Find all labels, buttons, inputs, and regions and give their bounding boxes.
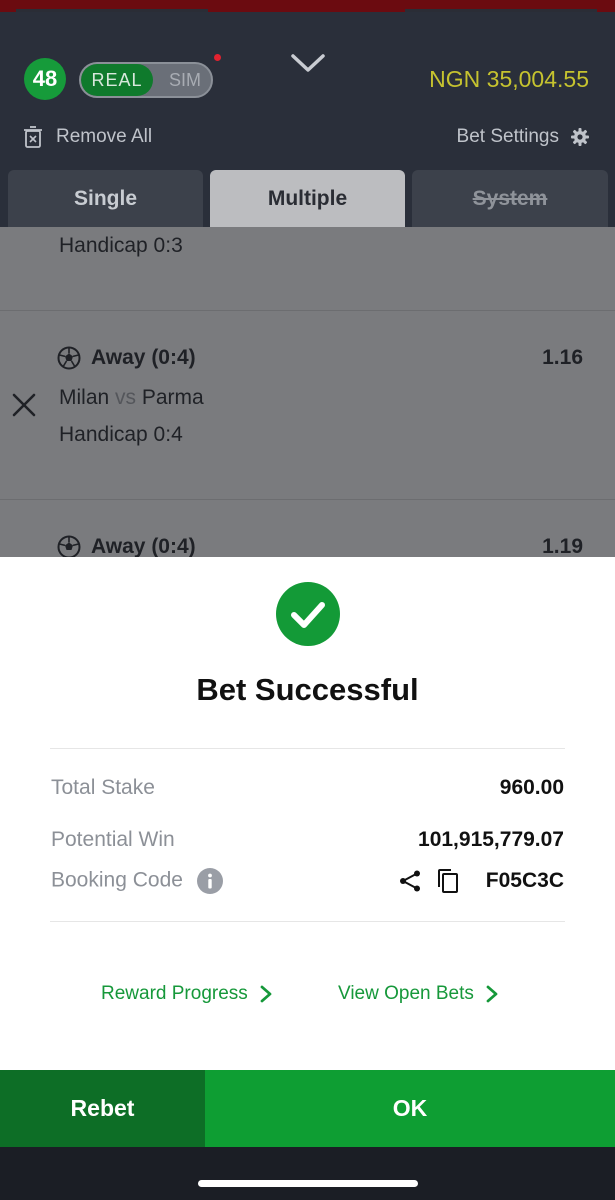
mode-real-option[interactable]: REAL: [81, 64, 153, 96]
bet-success-sheet: Bet Successful Total Stake 960.00 Potent…: [0, 557, 615, 1070]
divider: [50, 748, 565, 749]
account-balance: NGN 35,004.55: [429, 66, 589, 92]
total-stake-label: Total Stake: [51, 776, 155, 799]
success-title: Bet Successful: [196, 672, 419, 707]
system-bottom-bar: [0, 1147, 615, 1200]
bet-item: Handicap 0:3: [0, 227, 615, 311]
soccer-ball-icon: [57, 346, 81, 370]
tab-system[interactable]: System: [412, 170, 608, 227]
action-footer: Rebet OK: [0, 1070, 615, 1147]
chevron-right-icon: [486, 985, 498, 1003]
potential-win-label: Potential Win: [51, 828, 175, 851]
share-icon[interactable]: [398, 869, 422, 893]
copy-icon[interactable]: [436, 868, 460, 894]
status-segment: [405, 0, 597, 12]
tab-multiple[interactable]: Multiple: [210, 170, 405, 227]
bet-item: Away (0:4) 1.19: [0, 500, 615, 557]
bet-item: Away (0:4) 1.16 Milan vs Parma Handicap …: [0, 311, 615, 500]
bet-list: Handicap 0:3 Away (0:4) 1.16 Milan vs Pa…: [0, 227, 615, 557]
gear-icon: [571, 128, 589, 146]
booking-code-value: F05C3C: [485, 869, 564, 892]
booking-code-label: Booking Code: [51, 868, 183, 892]
info-icon[interactable]: [196, 868, 223, 894]
level-badge[interactable]: 48: [24, 58, 66, 100]
bet-type-tabs: Single Multiple System: [8, 170, 608, 227]
view-open-bets-link[interactable]: View Open Bets: [338, 983, 498, 1005]
booking-code-group: F05C3C: [398, 868, 564, 894]
vs-label: vs: [115, 386, 137, 409]
market-name: Away (0:4): [91, 535, 196, 557]
success-check-icon: [276, 582, 340, 646]
tab-single[interactable]: Single: [8, 170, 203, 227]
bet-settings-label: Bet Settings: [456, 126, 559, 147]
handicap-line: Handicap 0:4: [59, 423, 183, 446]
home-team: Milan: [59, 386, 110, 409]
remove-all-button[interactable]: Remove All: [24, 126, 152, 148]
soccer-ball-icon: [57, 535, 81, 557]
notification-dot: [214, 54, 221, 61]
odds-value: 1.16: [542, 346, 583, 369]
divider: [50, 921, 565, 922]
odds-value: 1.19: [542, 535, 583, 557]
market-name: Away (0:4): [91, 346, 196, 369]
total-stake-value: 960.00: [499, 776, 564, 799]
bet-settings-button[interactable]: Bet Settings: [457, 126, 589, 148]
potential-win-value: 101,915,779.07: [418, 828, 564, 851]
reward-progress-link[interactable]: Reward Progress: [101, 983, 272, 1005]
handicap-line: Handicap 0:3: [59, 234, 183, 257]
booking-code-row-label: Booking Code: [51, 868, 223, 894]
chevron-right-icon: [260, 985, 272, 1003]
match-teams: Milan vs Parma: [59, 386, 204, 410]
close-icon[interactable]: [10, 391, 38, 419]
home-indicator[interactable]: [198, 1180, 418, 1187]
away-team: Parma: [141, 386, 204, 409]
real-sim-toggle[interactable]: REAL SIM: [79, 62, 213, 98]
remove-all-label: Remove All: [56, 126, 153, 147]
reward-progress-label: Reward Progress: [101, 983, 248, 1004]
view-open-bets-label: View Open Bets: [338, 983, 474, 1004]
mode-sim-option[interactable]: SIM: [159, 64, 211, 96]
trash-icon: [24, 126, 42, 148]
status-strip: [0, 0, 615, 12]
status-segment: [16, 0, 208, 12]
market-title: Away (0:4): [57, 535, 196, 557]
market-title: Away (0:4): [57, 346, 196, 370]
chevron-down-icon[interactable]: [288, 50, 328, 76]
rebet-button[interactable]: Rebet: [0, 1070, 205, 1147]
ok-button[interactable]: OK: [205, 1070, 615, 1147]
